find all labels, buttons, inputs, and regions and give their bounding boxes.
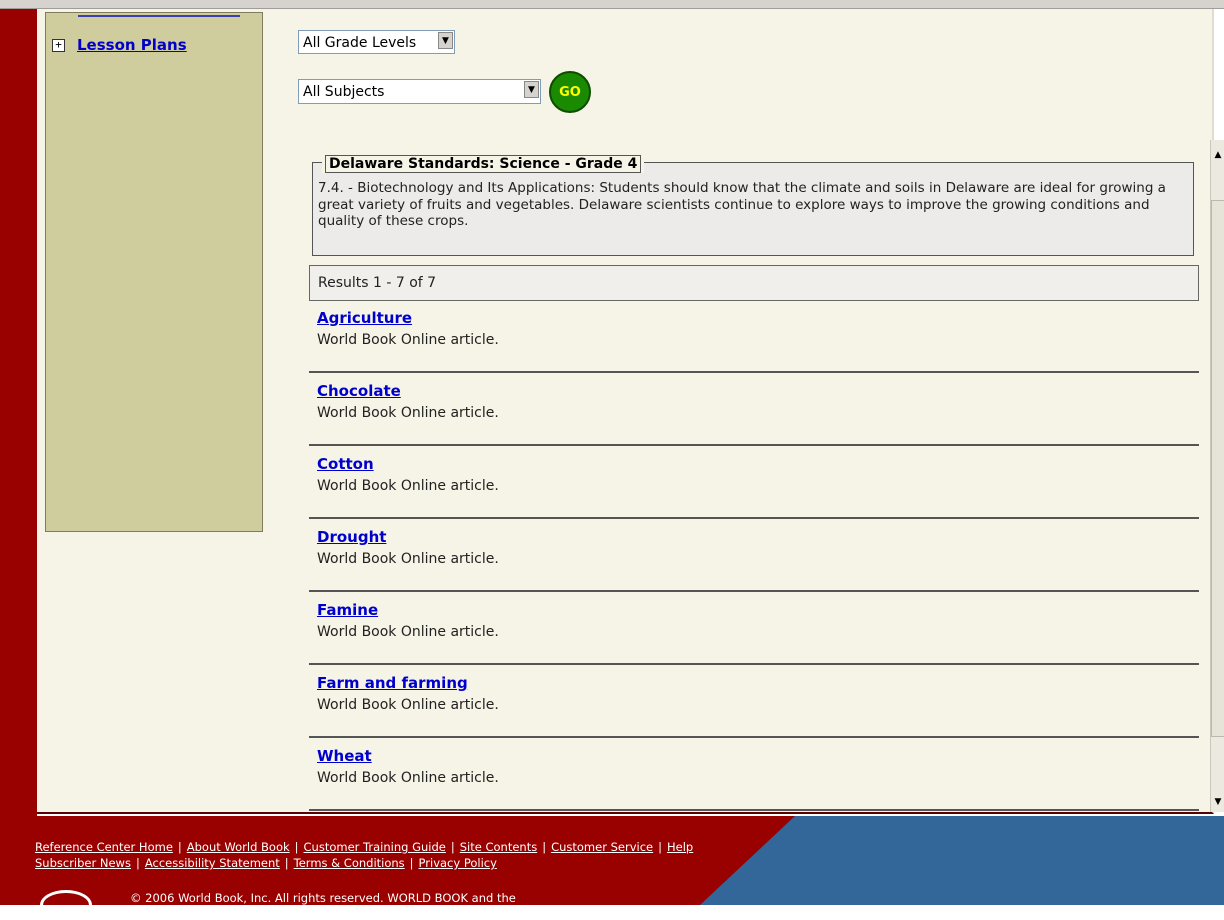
footer-link-help[interactable]: Help (667, 840, 693, 854)
standard-description: 7.4. - Biotechnology and Its Application… (318, 180, 1166, 229)
result-link[interactable]: Wheat (317, 747, 372, 765)
subject-select[interactable]: All Subjects ▼ (298, 79, 541, 104)
scrollbar[interactable]: ▲ ▼ (1210, 140, 1224, 812)
result-description: World Book Online article. (317, 770, 499, 786)
list-item: Drought World Book Online article. (309, 520, 1199, 592)
grade-level-select[interactable]: All Grade Levels ▼ (298, 30, 455, 54)
result-link[interactable]: Famine (317, 601, 378, 619)
list-item: Chocolate World Book Online article. (309, 374, 1199, 446)
sidebar-divider (78, 15, 240, 17)
list-item: Cotton World Book Online article. (309, 447, 1199, 519)
result-description: World Book Online article. (317, 478, 499, 494)
footer-separator: | (177, 840, 182, 854)
footer-link-customer-training-guide[interactable]: Customer Training Guide (304, 840, 446, 854)
chevron-down-icon[interactable]: ▼ (524, 81, 539, 98)
result-link[interactable]: Farm and farming (317, 674, 468, 692)
list-item: Famine World Book Online article. (309, 593, 1199, 665)
plus-box-icon[interactable]: + (52, 38, 65, 52)
footer-links-row-2: Subscriber News | Accessibility Statement |… (35, 855, 693, 871)
top-strip (0, 0, 1224, 9)
sidebar-item-lesson-plans[interactable]: + Lesson Plans (52, 36, 187, 54)
result-link[interactable]: Drought (317, 528, 386, 546)
sidebar (45, 12, 263, 532)
footer-link-site-contents[interactable]: Site Contents (460, 840, 537, 854)
go-button-label: GO (559, 84, 581, 100)
results-summary: Results 1 - 7 of 7 (309, 265, 1199, 301)
list-item: Farm and farming World Book Online artic… (309, 666, 1199, 738)
result-description: World Book Online article. (317, 697, 499, 713)
grade-level-value: All Grade Levels (303, 35, 417, 51)
result-link[interactable]: Chocolate (317, 382, 401, 400)
footer-separator: | (135, 856, 140, 870)
footer-link-about-world-book[interactable]: About World Book (187, 840, 290, 854)
footer-link-accessibility-statement[interactable]: Accessibility Statement (145, 856, 280, 870)
result-description: World Book Online article. (317, 624, 499, 640)
go-button[interactable]: GO (549, 71, 591, 113)
footer-link-reference-center-home[interactable]: Reference Center Home (35, 840, 173, 854)
footer-separator: | (409, 856, 414, 870)
copyright-text: © 2006 World Book, Inc. All rights reser… (130, 891, 516, 905)
footer-separator: | (284, 856, 289, 870)
result-link[interactable]: Agriculture (317, 309, 412, 327)
standard-title-text: Delaware Standards: Science - Grade 4 (325, 155, 642, 173)
footer-separator: | (450, 840, 455, 854)
arrow-up-icon[interactable]: ▲ (1211, 140, 1224, 170)
lesson-plans-link[interactable]: Lesson Plans (77, 36, 187, 54)
footer-link-terms-conditions[interactable]: Terms & Conditions (294, 856, 405, 870)
footer-link-subscriber-news[interactable]: Subscriber News (35, 856, 131, 870)
result-description: World Book Online article. (317, 551, 499, 567)
standard-title: Delaware Standards: Science - Grade 4 (322, 155, 645, 173)
result-description: World Book Online article. (317, 405, 499, 421)
footer-links: Reference Center Home | About World Book | C… (35, 839, 693, 871)
footer-link-privacy-policy[interactable]: Privacy Policy (419, 856, 497, 870)
subject-value: All Subjects (303, 84, 385, 100)
arrow-down-icon[interactable]: ▼ (1211, 792, 1224, 812)
footer-links-row-1: Reference Center Home | About World Book | C… (35, 839, 693, 855)
list-item: Wheat World Book Online article. (309, 739, 1199, 811)
chevron-down-icon[interactable]: ▼ (438, 32, 453, 49)
world-book-logo (40, 890, 92, 920)
footer-separator: | (294, 840, 299, 854)
left-frame (0, 9, 37, 905)
list-item: Agriculture World Book Online article. (309, 301, 1199, 373)
result-link[interactable]: Cotton (317, 455, 374, 473)
footer-separator: | (542, 840, 547, 854)
result-description: World Book Online article. (317, 332, 499, 348)
footer-separator: | (658, 840, 662, 854)
scrollbar-thumb[interactable] (1211, 200, 1224, 737)
footer-link-customer-service[interactable]: Customer Service (551, 840, 653, 854)
